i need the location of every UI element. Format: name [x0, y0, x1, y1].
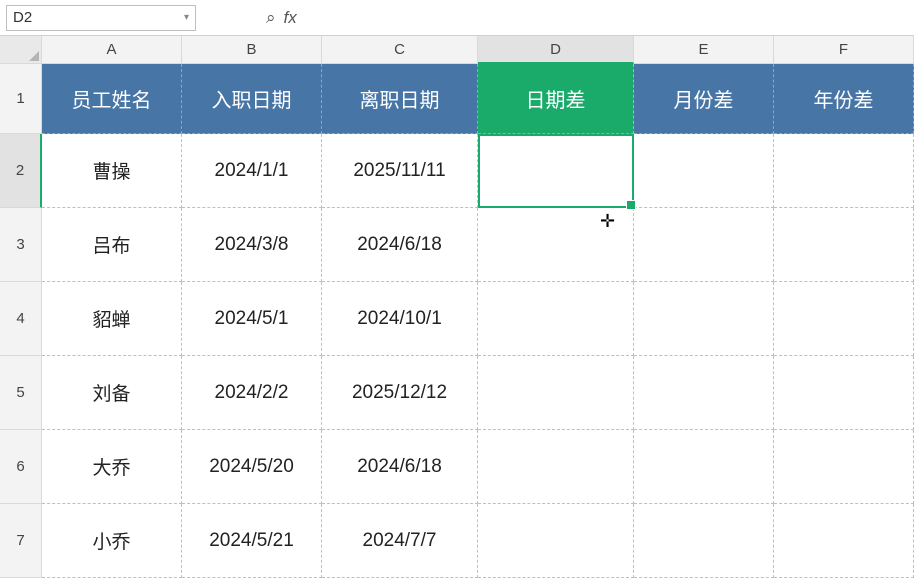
spreadsheet-grid[interactable]: A B C D E F 1 员工姓名 入职日期 离职日期 日期差 月份差 年份差… [0, 36, 914, 578]
name-box[interactable]: D2 ▾ [6, 5, 196, 31]
cell-E5[interactable] [634, 356, 774, 430]
col-header-D[interactable]: D [478, 36, 634, 64]
cell-D6[interactable] [478, 430, 634, 504]
chevron-down-icon[interactable]: ▾ [184, 12, 189, 23]
row-header-7[interactable]: 7 [0, 504, 42, 578]
cell-F3[interactable] [774, 208, 914, 282]
col-header-F[interactable]: F [774, 36, 914, 64]
row-header-5[interactable]: 5 [0, 356, 42, 430]
cell-D5[interactable] [478, 356, 634, 430]
col-header-C[interactable]: C [322, 36, 478, 64]
cell-C4[interactable]: 2024/10/1 [322, 282, 478, 356]
row-header-3[interactable]: 3 [0, 208, 42, 282]
cell-B4[interactable]: 2024/5/1 [182, 282, 322, 356]
cell-C7[interactable]: 2024/7/7 [322, 504, 478, 578]
row-header-2[interactable]: 2 [0, 134, 42, 208]
formula-input[interactable] [305, 5, 908, 31]
cell-D3[interactable] [478, 208, 634, 282]
cell-F7[interactable] [774, 504, 914, 578]
cell-A7[interactable]: 小乔 [42, 504, 182, 578]
cell-A5[interactable]: 刘备 [42, 356, 182, 430]
cell-B6[interactable]: 2024/5/20 [182, 430, 322, 504]
col-header-B[interactable]: B [182, 36, 322, 64]
cell-E7[interactable] [634, 504, 774, 578]
header-cell-D1[interactable]: 日期差 [478, 64, 634, 134]
header-cell-B1[interactable]: 入职日期 [182, 64, 322, 134]
cell-E3[interactable] [634, 208, 774, 282]
cell-C6[interactable]: 2024/6/18 [322, 430, 478, 504]
cell-E2[interactable] [634, 134, 774, 208]
cell-B2[interactable]: 2024/1/1 [182, 134, 322, 208]
name-box-value: D2 [13, 9, 32, 26]
row-header-1[interactable]: 1 [0, 64, 42, 134]
formula-bar: D2 ▾ ⌕ fx [0, 0, 914, 36]
cell-A2[interactable]: 曹操 [42, 134, 182, 208]
cell-F6[interactable] [774, 430, 914, 504]
cell-F4[interactable] [774, 282, 914, 356]
cell-D2[interactable] [478, 134, 634, 208]
row-header-4[interactable]: 4 [0, 282, 42, 356]
header-cell-C1[interactable]: 离职日期 [322, 64, 478, 134]
fx-icon[interactable]: fx [284, 8, 297, 28]
select-all-corner[interactable] [0, 36, 42, 64]
cell-E4[interactable] [634, 282, 774, 356]
header-cell-A1[interactable]: 员工姓名 [42, 64, 182, 134]
cell-E6[interactable] [634, 430, 774, 504]
cell-A4[interactable]: 貂蝉 [42, 282, 182, 356]
col-header-E[interactable]: E [634, 36, 774, 64]
cell-C2[interactable]: 2025/11/11 [322, 134, 478, 208]
cell-F2[interactable] [774, 134, 914, 208]
cell-C5[interactable]: 2025/12/12 [322, 356, 478, 430]
header-cell-F1[interactable]: 年份差 [774, 64, 914, 134]
cell-A3[interactable]: 吕布 [42, 208, 182, 282]
col-header-A[interactable]: A [42, 36, 182, 64]
header-cell-E1[interactable]: 月份差 [634, 64, 774, 134]
cell-D7[interactable] [478, 504, 634, 578]
cell-A6[interactable]: 大乔 [42, 430, 182, 504]
row-header-6[interactable]: 6 [0, 430, 42, 504]
cell-B3[interactable]: 2024/3/8 [182, 208, 322, 282]
cell-F5[interactable] [774, 356, 914, 430]
zoom-icon[interactable]: ⌕ [266, 8, 276, 28]
cell-D4[interactable] [478, 282, 634, 356]
cell-B5[interactable]: 2024/2/2 [182, 356, 322, 430]
cell-B7[interactable]: 2024/5/21 [182, 504, 322, 578]
cell-C3[interactable]: 2024/6/18 [322, 208, 478, 282]
